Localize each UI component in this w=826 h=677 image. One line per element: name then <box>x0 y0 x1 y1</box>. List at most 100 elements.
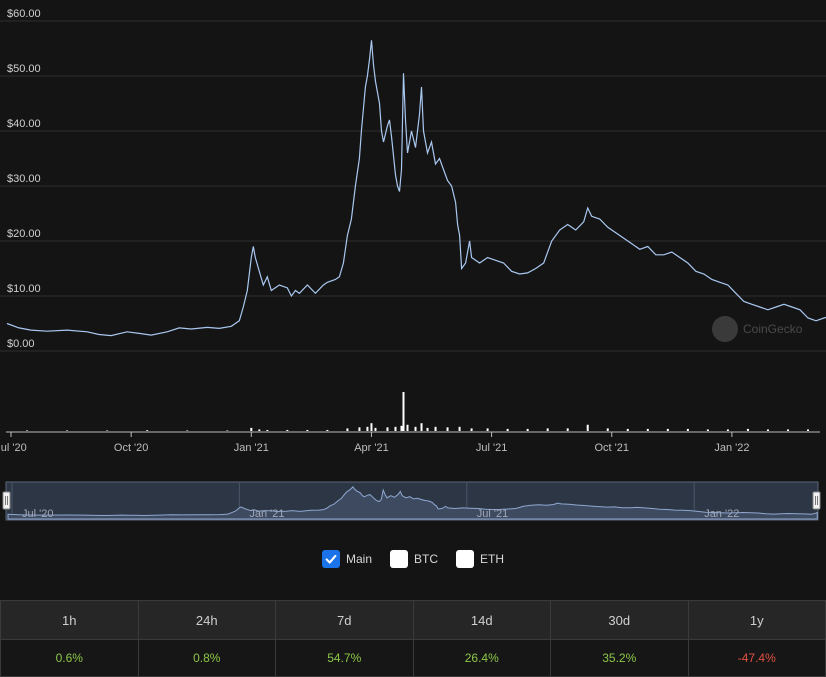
volume-bar <box>726 429 729 431</box>
volume-bar <box>606 428 609 431</box>
performance-change-value: 0.6% <box>0 639 139 677</box>
volume-bar <box>400 425 403 431</box>
volume-bar <box>258 429 261 431</box>
performance-header-row: 1h 24h 7d 14d 30d 1y <box>0 600 826 640</box>
legend-item-main[interactable]: Main <box>321 550 372 568</box>
volume-bar <box>434 426 437 431</box>
performance-period-header: 1h <box>0 600 139 640</box>
volume-bar <box>402 392 405 431</box>
volume-bar <box>766 429 769 431</box>
volume-bar <box>266 429 269 431</box>
volume-bar <box>646 428 649 431</box>
x-tick-label: Jul '21 <box>476 442 507 454</box>
volume-bar <box>566 428 569 431</box>
x-tick-label: Jan '21 <box>234 442 269 454</box>
navigator-tick-label: Jul '21 <box>477 508 508 520</box>
legend-label: Main <box>345 552 372 566</box>
price-line <box>6 40 826 337</box>
legend-item-eth[interactable]: ETH <box>456 550 504 568</box>
volume-bar <box>66 430 69 431</box>
volume-bar <box>406 424 409 431</box>
watermark-text: CoinGecko <box>743 322 803 336</box>
performance-period-header: 7d <box>275 600 414 640</box>
performance-table: 1h 24h 7d 14d 30d 1y 0.6% 0.8% 54.7% 26.4% 35.2% -… <box>0 600 826 677</box>
x-tick-label: Apr '21 <box>354 442 389 454</box>
performance-period-header: 14d <box>412 600 551 640</box>
performance-change-value: 35.2% <box>550 639 689 677</box>
volume-bar <box>386 427 389 431</box>
volume-bar <box>486 428 489 431</box>
chart-grid <box>0 20 826 352</box>
volume-bar <box>394 426 397 431</box>
performance-value-row: 0.6% 0.8% 54.7% 26.4% 35.2% -47.4% <box>0 639 826 677</box>
performance-change-value: 0.8% <box>137 639 276 677</box>
volume-bar <box>374 427 377 431</box>
volume-bar <box>346 428 349 431</box>
navigator-left-handle[interactable] <box>2 491 11 510</box>
coingecko-logo-icon <box>712 316 738 342</box>
volume-bars <box>26 392 809 431</box>
chart-legend: Main BTC ETH <box>0 550 826 568</box>
volume-bar <box>458 426 461 431</box>
volume-bar <box>807 429 809 431</box>
x-axis-labels: Jul '20 Oct '20 Jan '21 Apr '21 Jul '21 Oct '… <box>0 432 749 454</box>
navigator-tick-label: Jul '20 <box>22 508 53 520</box>
volume-bar <box>146 430 149 431</box>
performance-change-value: 26.4% <box>412 639 551 677</box>
navigator[interactable]: Jul '20 Jan '21 Jul '21 Jan '22 <box>2 481 821 521</box>
volume-bar <box>366 426 369 431</box>
volume-bar <box>26 430 29 431</box>
volume-bar <box>446 427 449 431</box>
volume-bar <box>226 430 229 431</box>
y-tick-label: $30.00 <box>7 173 41 185</box>
volume-bar <box>546 428 549 431</box>
volume-bar <box>686 428 689 431</box>
volume-bar <box>506 428 509 431</box>
volume-bar <box>106 430 109 431</box>
x-tick-label: Oct '21 <box>594 442 629 454</box>
price-chart[interactable]: $60.00 $50.00 $40.00 $30.00 $20.00 $10.00 $0.0… <box>0 0 826 540</box>
legend-label: ETH <box>480 552 504 566</box>
volume-bar <box>786 429 789 431</box>
volume-bar <box>306 429 309 431</box>
performance-change-value: 54.7% <box>275 639 414 677</box>
y-tick-label: $40.00 <box>7 118 41 130</box>
x-tick-label: Jan '22 <box>714 442 749 454</box>
volume-bar <box>420 423 423 431</box>
navigator-right-handle[interactable] <box>812 491 821 510</box>
volume-bar <box>706 429 709 431</box>
volume-bar <box>358 427 361 431</box>
performance-period-header: 30d <box>550 600 689 640</box>
volume-bar <box>414 426 417 431</box>
checkbox-empty-icon[interactable] <box>456 550 474 568</box>
watermark: CoinGecko <box>712 316 803 342</box>
volume-bar <box>746 428 749 431</box>
performance-period-header: 1y <box>687 600 826 640</box>
y-tick-label: $60.00 <box>7 8 41 20</box>
volume-bar <box>426 427 429 431</box>
y-tick-label: $20.00 <box>7 228 41 240</box>
volume-bar <box>666 428 669 431</box>
volume-bar <box>470 428 473 431</box>
y-tick-label: $50.00 <box>7 63 41 75</box>
y-tick-label: $0.00 <box>7 338 35 350</box>
x-tick-label: Jul '20 <box>0 442 27 454</box>
performance-period-header: 24h <box>137 600 276 640</box>
volume-bar <box>626 428 629 431</box>
y-axis-labels: $60.00 $50.00 $40.00 $30.00 $20.00 $10.00 $0.0… <box>7 8 41 350</box>
volume-bar <box>526 428 529 431</box>
volume-bar <box>186 430 189 431</box>
volume-bar <box>250 427 253 431</box>
navigator-tick-label: Jan '22 <box>704 508 739 520</box>
navigator-tick-label: Jan '21 <box>249 508 284 520</box>
checkbox-checked-icon[interactable] <box>321 550 340 568</box>
y-tick-label: $10.00 <box>7 283 41 295</box>
volume-bar <box>326 429 329 431</box>
performance-change-value: -47.4% <box>687 639 826 677</box>
checkbox-empty-icon[interactable] <box>390 550 408 568</box>
volume-bar <box>370 423 373 431</box>
volume-bar <box>586 424 589 431</box>
legend-label: BTC <box>414 552 438 566</box>
volume-bar <box>286 429 289 431</box>
legend-item-btc[interactable]: BTC <box>390 550 438 568</box>
